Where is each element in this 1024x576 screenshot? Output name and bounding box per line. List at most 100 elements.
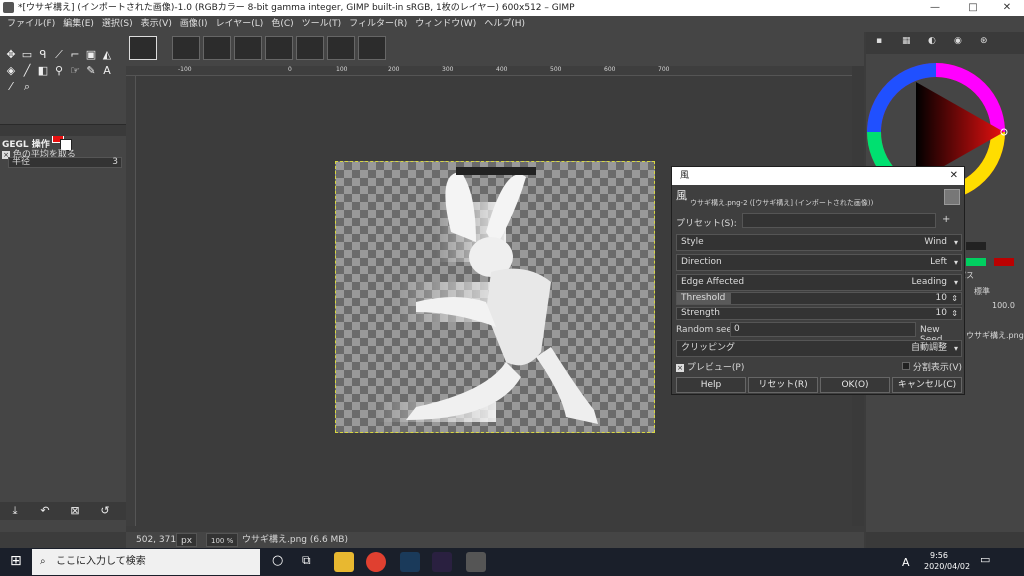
image-tab-active[interactable] [129,36,157,60]
preset-select[interactable] [742,213,936,228]
menu-image[interactable]: 画像(I) [176,16,212,32]
cancel-button[interactable]: キャンセル(C) [892,377,962,393]
history-swatch-green[interactable] [966,258,986,266]
image-tab[interactable] [234,36,262,60]
spin-icon[interactable]: ⇕ [951,308,958,319]
dialog-titlebar: 風 ✕ [672,167,964,185]
seed-input[interactable]: 0 [730,322,916,337]
menu-file[interactable]: ファイル(F) [3,16,59,32]
lasso-icon[interactable]: ᑫ [36,48,50,62]
add-preset-icon[interactable]: + [942,214,950,225]
minimize-button[interactable]: — [918,0,952,16]
gradient-tab-icon[interactable]: ◐ [928,36,936,46]
clone-tool-icon[interactable]: ⚲ [52,64,66,78]
chevron-down-icon: ▾ [953,238,958,247]
layer-opacity[interactable]: 100.0 [992,301,1015,310]
crop-tool-icon[interactable]: ⌐ [68,48,82,62]
bucket-fill-icon[interactable]: ◈ [4,64,18,78]
cortana-icon[interactable]: ○ [272,553,283,568]
reset-button[interactable]: リセット(R) [748,377,818,393]
eraser-icon[interactable]: ◧ [36,64,50,78]
dialog-close-icon[interactable]: ✕ [950,167,958,185]
zoom-tool-icon[interactable]: ⌕ [20,80,34,94]
image-tab[interactable] [172,36,200,60]
image-tab[interactable] [296,36,324,60]
task-view-icon[interactable]: ⧉ [302,553,311,568]
style-label: Style [681,237,704,247]
maximize-button[interactable]: □ [956,0,990,16]
clock-date[interactable]: 2020/04/02 [924,562,970,571]
menu-select[interactable]: 選択(S) [98,16,137,32]
menu-edit[interactable]: 編集(E) [59,16,98,32]
restore-options-icon[interactable]: ↶ [38,504,52,518]
ime-indicator[interactable]: A [902,556,910,569]
app-icon[interactable] [432,552,452,572]
menu-tools[interactable]: ツール(T) [298,16,346,32]
title-bar: *[ウサギ構え] (インポートされた画像)-1.0 (RGBカラー 8-bit … [0,0,1024,16]
rect-select-icon[interactable]: ▭ [20,48,34,62]
font-tab-icon[interactable]: ⊛ [980,36,988,46]
history-swatch-red[interactable] [994,258,1014,266]
strength-slider[interactable]: Strength 10 ⇕ [676,307,962,320]
zoom-select[interactable]: 100 % [206,533,239,547]
menu-help[interactable]: ヘルプ(H) [480,16,529,32]
path-tool-icon[interactable]: ✎ [84,64,98,78]
smudge-tool-icon[interactable]: ☞ [68,64,82,78]
text-tool-icon[interactable]: A [100,64,114,78]
menu-layer[interactable]: レイヤー(L) [212,16,268,32]
color-picker-icon[interactable]: ⁄ [4,80,18,94]
chrome-icon[interactable] [366,552,386,572]
image-tab[interactable] [358,36,386,60]
tool-options-footer: ⤓ ↶ ⊠ ↺ [0,502,126,520]
brush-tab-icon[interactable]: ▪ [876,36,882,46]
close-button[interactable]: ✕ [990,0,1024,16]
paintbrush-icon[interactable]: ╱ [20,64,34,78]
spin-icon[interactable]: ⇕ [951,293,958,304]
menu-windows[interactable]: ウィンドウ(W) [411,16,480,32]
windows-start-icon[interactable]: ⊞ [10,553,22,569]
save-options-icon[interactable]: ⤓ [8,504,22,518]
ruler-mark: 600 [604,66,616,73]
color-tab-icon[interactable]: ◉ [954,36,962,46]
reset-options-icon[interactable]: ↺ [98,504,112,518]
layer-name[interactable]: ウサギ構え.png [966,330,1024,341]
clock-time[interactable]: 9:56 [930,551,948,560]
radius-field[interactable]: 半径 3 [8,157,122,168]
notification-icon[interactable]: ▭ [980,553,990,566]
ruler-mark: 500 [550,66,562,73]
edge-value: Leading [911,277,947,287]
preview-toggle[interactable]: × プレビュー(P) [676,360,744,373]
direction-select[interactable]: Direction Left ▾ [676,254,962,271]
fg-mini-swatch[interactable] [966,242,986,250]
ok-button[interactable]: OK(O) [820,377,890,393]
style-select[interactable]: Style Wind ▾ [676,234,962,251]
image-canvas[interactable] [335,161,655,433]
layer-mode[interactable]: 標準 [974,286,990,297]
taskbar-search[interactable]: ⌕ ここに入力して検索 [32,549,260,575]
chevron-down-icon: ▾ [953,278,958,287]
file-explorer-icon[interactable] [334,552,354,572]
split-view-toggle[interactable]: 分割表示(V) [902,360,962,373]
image-tab[interactable] [203,36,231,60]
unit-select[interactable]: px [176,533,198,547]
warp-tool-icon[interactable]: ◭ [100,48,114,62]
threshold-slider[interactable]: Threshold 10 ⇕ [676,292,962,305]
image-tab[interactable] [327,36,355,60]
fuzzy-select-icon[interactable]: ⟋ [52,48,66,62]
move-tool-icon[interactable]: ✥ [4,48,18,62]
menu-filters[interactable]: フィルター(R) [345,16,411,32]
edge-select[interactable]: Edge Affected Leading ▾ [676,274,962,291]
help-button[interactable]: Help [676,377,746,393]
checkbox-icon [902,362,910,370]
image-tab[interactable] [265,36,293,60]
menu-colors[interactable]: 色(C) [267,16,297,32]
chevron-down-icon: ▾ [953,344,958,353]
transform-tool-icon[interactable]: ▣ [84,48,98,62]
editor-icon[interactable] [400,552,420,572]
clipping-select[interactable]: クリッピング 自動調整 ▾ [676,340,962,357]
pattern-tab-icon[interactable]: ▦ [902,36,911,46]
delete-options-icon[interactable]: ⊠ [68,504,82,518]
preview-label: プレビュー(P) [686,363,745,373]
menu-view[interactable]: 表示(V) [137,16,176,32]
gimp-taskbar-icon[interactable] [466,552,486,572]
